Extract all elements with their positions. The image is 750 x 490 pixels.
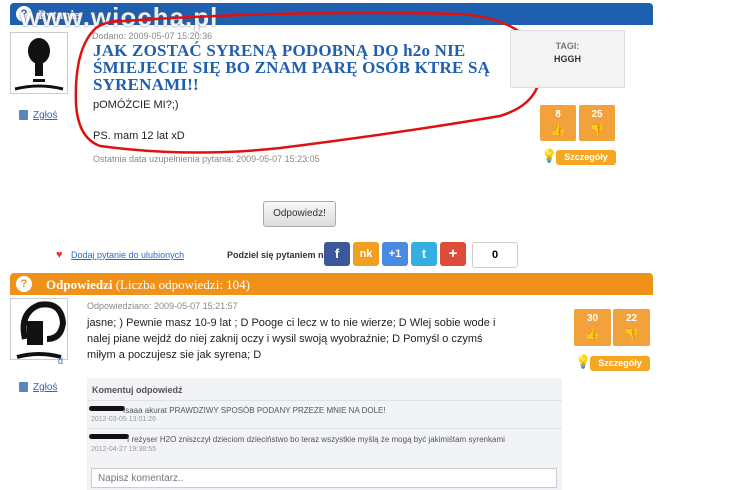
add-to-favorites-link[interactable]: Dodaj pytanie do ulubionych [71,250,184,260]
heart-icon: ♥ [56,249,63,261]
answerer-avatar[interactable] [10,298,68,360]
nk-share-button[interactable]: nk [353,242,379,266]
answers-header-title: Odpowiedzi (Liczba odpowiedzi: 104) [46,277,250,293]
answers-header-label: Odpowiedzi [46,277,113,292]
answer-details-button[interactable]: Szczegóły [590,356,650,371]
vote-down-button[interactable]: 25 👎 [579,105,615,141]
divider [87,400,562,401]
share-label: Podziel się pytaniem na: [227,250,332,260]
vote-up-button[interactable]: 8 👍 [540,105,576,141]
answer-vote-up-button[interactable]: 30 👍 [574,309,611,346]
lightbulb-icon: 💡 [575,354,592,369]
tags-label: TAGI: [555,41,580,51]
report-answer-link[interactable]: Zgłoś [33,382,57,393]
vote-up-count: 8 [555,109,561,120]
more-share-button[interactable]: + [440,242,466,266]
trash-icon [19,382,28,392]
comment-date: 2012-03-05 13:01:26 [91,416,156,423]
question-details-button[interactable]: Szczegóły [556,150,616,165]
vote-down-count: 25 [591,109,603,120]
thumbs-down-icon: 👎 [589,123,605,137]
comment-date: 2012-04-27 19:38:55 [91,446,156,453]
tags-box: TAGI: HGGH [510,30,625,88]
thumbs-up-icon: 👍 [550,123,566,137]
question-mark-icon: ? [16,276,32,292]
facebook-share-button[interactable]: f [324,242,350,266]
answer-text: jasne; ) Pewnie masz 10-9 lat ; D Pooge … [87,317,496,361]
answer-button[interactable]: Odpowiedz! [263,201,336,227]
comment-text: I reżyser H2O zniszczył dzieciom dzieciń… [127,435,505,444]
report-question-link[interactable]: Zgłoś [33,110,57,121]
thumbs-up-icon: 👍 [585,327,600,341]
share-counter: 0 [472,242,518,268]
answer-vote-up-count: 30 [586,313,599,324]
comment-text: Isaaa akurat PRAWDZIWY SPOSÓB PODANY PRZ… [123,406,386,415]
google-plus-one-button[interactable]: +1 [382,242,408,266]
thumbs-down-icon: 👎 [624,327,639,341]
answers-count: (Liczba odpowiedzi: 104) [115,277,251,292]
comment-input[interactable] [91,468,557,488]
comments-header: Komentuj odpowiedź [92,385,183,395]
answerer-name-link[interactable]: d [58,356,63,366]
asker-avatar[interactable] [10,32,68,94]
tag-link[interactable]: HGGH [511,54,624,64]
redacted-username [89,434,129,439]
lightbulb-icon: 💡 [541,148,558,163]
twitter-share-button[interactable]: t [411,242,437,266]
red-scribble-annotation [74,11,542,154]
answer-vote-down-count: 22 [625,313,638,324]
redacted-username [89,406,125,411]
answer-posted-meta: Odpowiedziano: 2009-05-07 15:21:57 [87,301,238,311]
divider [87,428,562,429]
trash-icon [19,110,28,120]
answer-vote-down-button[interactable]: 22 👎 [613,309,650,346]
answers-header-bar: ? Odpowiedzi (Liczba odpowiedzi: 104) [10,273,653,295]
